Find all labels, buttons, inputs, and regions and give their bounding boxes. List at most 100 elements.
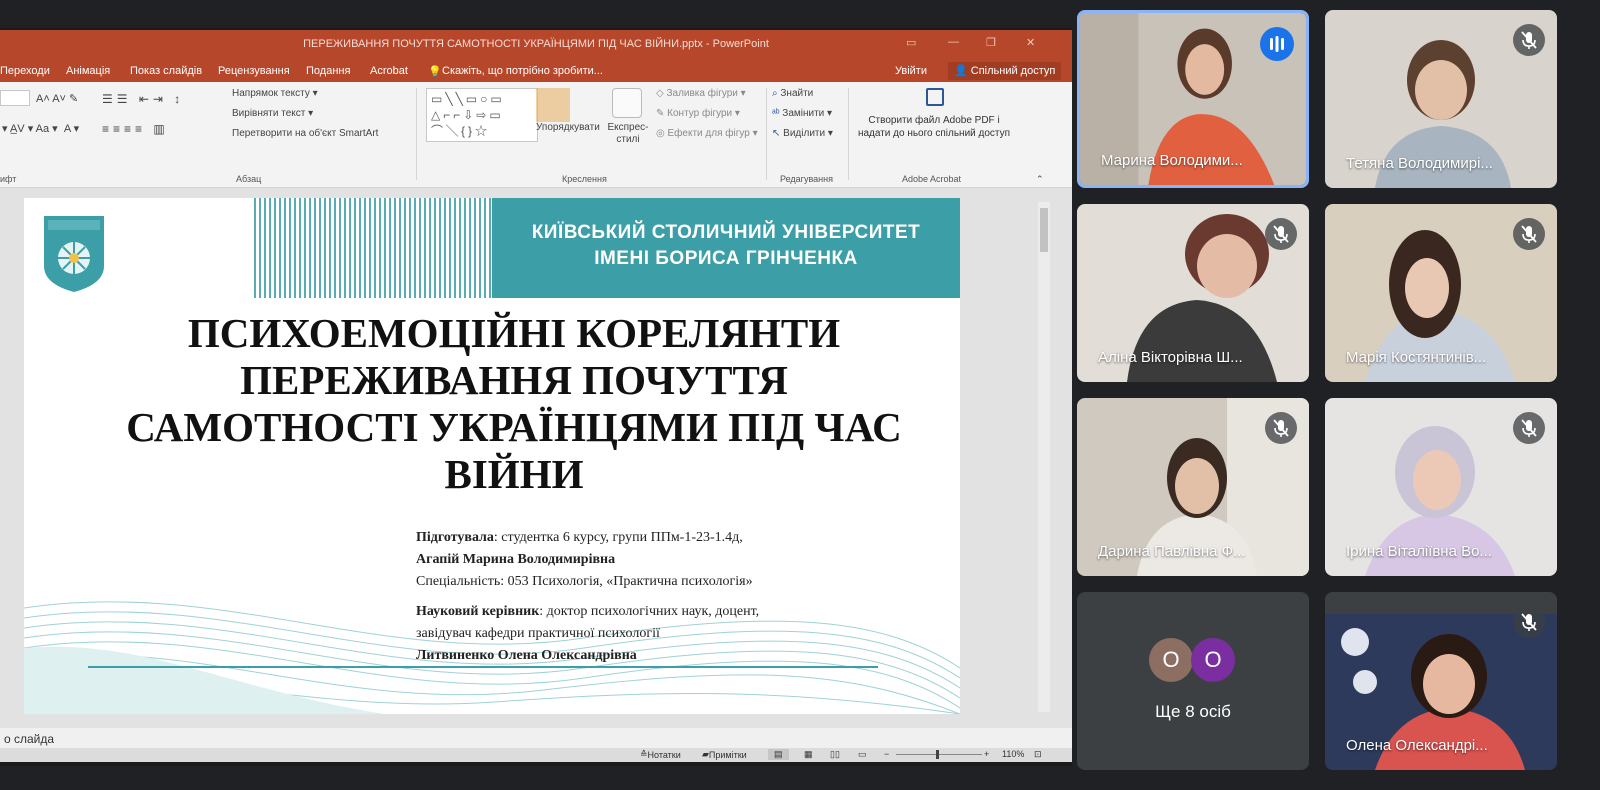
tab-slideshow[interactable]: Показ слайдів — [130, 65, 202, 77]
replace-button[interactable]: ᵃᵇ Замінити ▾ — [772, 108, 832, 119]
prepared-by-line: Підготувала: студентка 6 курсу, групи ПП… — [416, 530, 743, 545]
participant-name: Олена Олександрі... — [1346, 737, 1488, 754]
avatar: О — [1149, 638, 1193, 682]
participant-tile[interactable]: Марина Володими... — [1077, 10, 1309, 188]
slide-title: ПСИХОЕМОЦІЙНІ КОРЕЛЯНТИ ПЕРЕЖИВАННЯ ПОЧУ… — [126, 310, 902, 497]
tab-view[interactable]: Подання — [306, 65, 350, 77]
zoom-level[interactable]: 110% — [1002, 749, 1024, 759]
slideshow-icon[interactable]: ▭ — [858, 749, 867, 760]
tab-review[interactable]: Рецензування — [218, 65, 290, 77]
slide-canvas[interactable]: КИЇВСЬКИЙ СТОЛИЧНИЙ УНІВЕРСИТЕТ ІМЕНІ БО… — [24, 198, 960, 714]
menu-bar: Переходи Анімація Показ слайдів Рецензув… — [0, 60, 1072, 82]
tab-animation[interactable]: Анімація — [66, 65, 110, 77]
font-size-buttons[interactable]: A˄ A˅ ✎ — [36, 92, 78, 105]
participant-name: Марія Костянтинів... — [1346, 349, 1487, 366]
shape-effects-button[interactable]: ◎ Ефекти для фігур ▾ — [656, 128, 758, 139]
ribbon-separator — [416, 88, 417, 180]
sign-in-link[interactable]: Увійти — [895, 65, 927, 77]
search-icon: ⌕ — [772, 88, 778, 99]
slide-sorter-icon[interactable]: ▦ — [804, 749, 813, 760]
ribbon-separator — [766, 88, 767, 180]
zoom-in-icon[interactable]: + — [984, 749, 989, 759]
speaking-indicator-icon — [1260, 27, 1294, 61]
close-icon[interactable]: ✕ — [1026, 36, 1035, 49]
participant-tile[interactable]: Олена Олександрі... — [1325, 592, 1557, 770]
select-button[interactable]: ↖ Виділити ▾ — [772, 128, 833, 139]
tell-me-box[interactable]: Скажіть, що потрібно зробити... — [442, 65, 603, 77]
fit-slide-icon[interactable]: ⊡ — [1034, 749, 1042, 760]
slide-editor: КИЇВСЬКИЙ СТОЛИЧНИЙ УНІВЕРСИТЕТ ІМЕНІ БО… — [0, 188, 1072, 728]
notes-pane[interactable]: о слайда — [0, 728, 1072, 748]
arrange-button[interactable]: Упорядкувати — [536, 122, 600, 133]
university-logo-icon — [44, 216, 104, 292]
share-button[interactable]: 👤 Спільний доступ — [948, 62, 1062, 80]
align-text-button[interactable]: Вирівняти текст ▾ — [232, 108, 313, 119]
university-name: КИЇВСЬКИЙ СТОЛИЧНИЙ УНІВЕРСИТЕТ ІМЕНІ БО… — [531, 222, 921, 269]
mic-muted-icon — [1513, 606, 1545, 638]
participant-tile[interactable]: Марія Костянтинів... — [1325, 204, 1557, 382]
convert-smartart-button[interactable]: Перетворити на об'єкт SmartArt — [232, 128, 378, 139]
arrange-icon — [536, 88, 570, 122]
text-direction-button[interactable]: Напрямок тексту ▾ — [232, 88, 318, 99]
font-format-buttons[interactable]: ▾ A̲V ▾ Aa ▾ A ▾ — [2, 122, 79, 135]
comments-toggle[interactable]: ▰ Примітки — [702, 749, 747, 760]
find-button[interactable]: ⌕ Знайти — [772, 88, 813, 99]
person-icon: 👤 — [954, 65, 971, 77]
cursor-icon: ↖ — [772, 128, 781, 139]
mic-muted-icon — [1513, 412, 1545, 444]
group-font-label: ифт — [0, 174, 17, 184]
powerpoint-window: ПЕРЕЖИВАННЯ ПОЧУТТЯ САМОТНОСТІ УКРАЇНЦЯМ… — [0, 30, 1072, 762]
participant-name: Ірина Віталіївна Во... — [1346, 543, 1492, 560]
avatar: О — [1191, 638, 1235, 682]
shapes-gallery[interactable]: ▭╲╲▭○▭ △⌐⌐⇩⇨▭ ⌒╲{}☆ — [426, 88, 538, 142]
ribbon-display-icon[interactable]: ▭ — [906, 36, 916, 49]
participant-tile[interactable]: Тетяна Володимирі... — [1325, 10, 1557, 188]
collapse-ribbon-icon[interactable]: ⌃ — [1036, 174, 1044, 185]
participant-tile[interactable]: Дарина Павлівна Ф... — [1077, 398, 1309, 576]
group-adobe-label: Adobe Acrobat — [902, 174, 962, 184]
slide-divider-line — [88, 666, 878, 668]
supervisor-line: Науковий керівник: доктор психологічних … — [416, 604, 760, 619]
scrollbar-thumb[interactable] — [1040, 208, 1048, 252]
group-drawing-label: Креслення — [562, 174, 607, 184]
zoom-out-icon[interactable]: − — [884, 749, 889, 759]
shape-outline-button[interactable]: ✎ Контур фігури ▾ — [656, 108, 740, 119]
participant-name: Марина Володими... — [1101, 152, 1243, 169]
group-paragraph-label: Абзац — [236, 174, 262, 184]
zoom-slider[interactable] — [896, 754, 982, 755]
status-bar: ≙ Нотатки ▰ Примітки ▤ ▦ ▯▯ ▭ − + 110% ⊡ — [0, 748, 1072, 762]
list-buttons[interactable]: ☰☰ ⇤⇥ ↕ — [102, 92, 184, 106]
quick-styles-button[interactable]: Експрес-стилі — [604, 122, 652, 146]
banner-stripes — [254, 198, 494, 298]
adobe-create-pdf-button[interactable]: Створити файл Adobe PDF і надати до ньог… — [852, 114, 1016, 140]
supervisor-role: завідувач кафедри практичної психології — [416, 626, 660, 641]
ribbon-separator — [848, 88, 849, 180]
mic-muted-icon — [1265, 412, 1297, 444]
shared-screen: ПЕРЕЖИВАННЯ ПОЧУТТЯ САМОТНОСТІ УКРАЇНЦЯМ… — [0, 28, 1072, 766]
reading-view-icon[interactable]: ▯▯ — [830, 749, 840, 760]
replace-icon: ᵃᵇ — [772, 108, 780, 119]
vertical-scrollbar[interactable] — [1038, 202, 1050, 712]
more-participants-tile[interactable]: О О Ще 8 осіб — [1077, 592, 1309, 770]
group-editing-label: Редагування — [780, 174, 833, 184]
ribbon: A˄ A˅ ✎ ▾ A̲V ▾ Aa ▾ A ▾ ☰☰ ⇤⇥ ↕ ≡≡≡≡ ▥ … — [0, 82, 1072, 188]
avatar-stack: О О — [1149, 638, 1249, 682]
normal-view-icon[interactable]: ▤ — [768, 749, 789, 760]
tab-acrobat[interactable]: Acrobat — [370, 65, 408, 77]
minimize-icon[interactable]: — — [948, 36, 959, 48]
mic-muted-icon — [1265, 218, 1297, 250]
mic-muted-icon — [1513, 218, 1545, 250]
supervisor-name: Литвиненко Олена Олександрівна — [416, 648, 637, 663]
notes-toggle[interactable]: ≙ Нотатки — [640, 749, 681, 760]
participant-tile[interactable]: Ірина Віталіївна Во... — [1325, 398, 1557, 576]
align-buttons[interactable]: ≡≡≡≡ ▥ — [102, 122, 169, 136]
participant-tile[interactable]: Аліна Вікторівна Ш... — [1077, 204, 1309, 382]
font-size-box[interactable] — [0, 90, 30, 106]
shape-fill-button[interactable]: ◇ Заливка фігури ▾ — [656, 88, 746, 99]
tab-transitions[interactable]: Переходи — [0, 65, 50, 77]
zoom-slider-thumb[interactable] — [936, 750, 939, 759]
maximize-icon[interactable]: ❐ — [986, 36, 996, 49]
meeting-screen: ПЕРЕЖИВАННЯ ПОЧУТТЯ САМОТНОСТІ УКРАЇНЦЯМ… — [0, 0, 1600, 790]
title-bar: ПЕРЕЖИВАННЯ ПОЧУТТЯ САМОТНОСТІ УКРАЇНЦЯМ… — [0, 30, 1072, 60]
participant-name: Дарина Павлівна Ф... — [1098, 543, 1246, 560]
